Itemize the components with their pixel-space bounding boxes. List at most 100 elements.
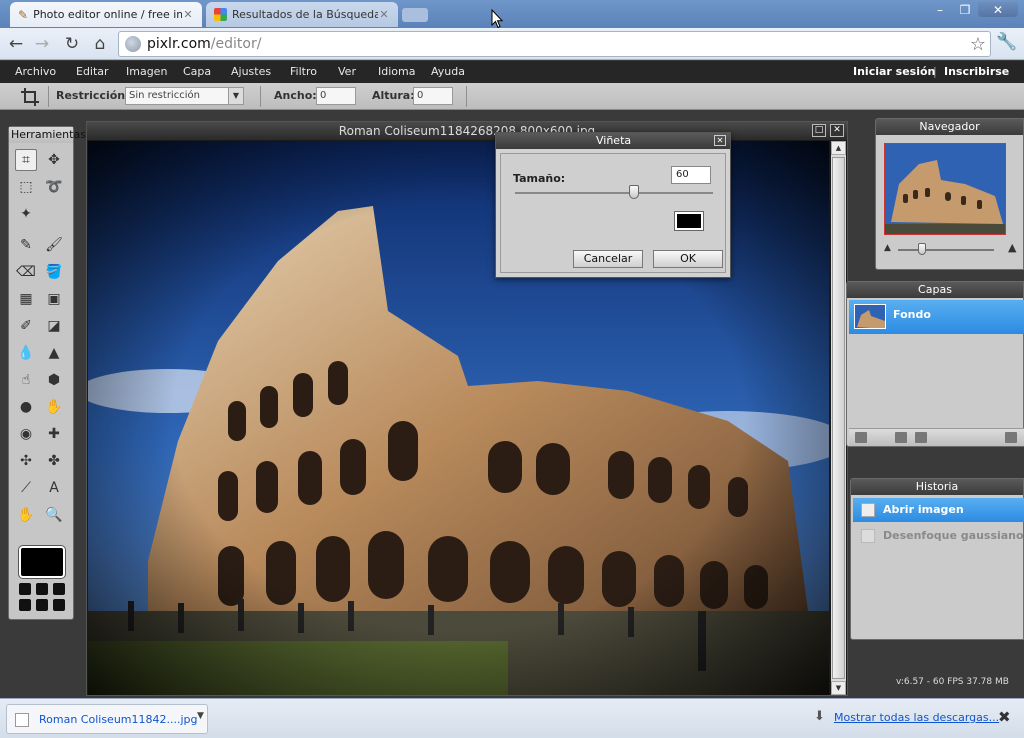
text-icon[interactable]: A — [43, 477, 65, 499]
tab-label: Resultados de la Búsqueda de — [232, 8, 378, 21]
bookmark-star-icon[interactable]: ☆ — [970, 34, 986, 55]
mountain-small-icon: ▲ — [884, 243, 891, 253]
tab-google-results[interactable]: Resultados de la Búsqueda de ✕ — [206, 2, 398, 27]
wrench-icon[interactable]: 🔧 — [996, 32, 1017, 52]
pinch-icon[interactable]: ✤ — [43, 450, 65, 472]
menu-ver[interactable]: Ver — [338, 65, 356, 78]
stamp-icon[interactable]: ▣ — [43, 288, 65, 310]
menu-imagen[interactable]: Imagen — [126, 65, 167, 78]
ok-button[interactable]: OK — [653, 250, 723, 268]
download-filename: Roman Coliseum11842....jpg — [39, 713, 198, 726]
window-close-button[interactable]: ✕ — [978, 2, 1018, 17]
image-window-title: Roman Coliseum1184268208 800x600.jpg — [87, 122, 847, 140]
hand-icon[interactable]: ✋ — [15, 504, 37, 526]
download-item[interactable]: Roman Coliseum11842....jpg ▼ — [6, 704, 208, 734]
bucket-icon[interactable]: 🪣 — [43, 261, 65, 283]
vignette-color-swatch[interactable] — [675, 212, 703, 230]
sharpen-icon[interactable]: ▲ — [43, 342, 65, 364]
menu-capa[interactable]: Capa — [183, 65, 211, 78]
login-link[interactable]: Iniciar sesión — [853, 65, 935, 78]
restriction-label: Restricción: — [56, 89, 130, 102]
smudge-icon[interactable]: ☝ — [15, 369, 37, 391]
menu-archivo[interactable]: Archivo — [15, 65, 56, 78]
spot-heal-icon[interactable]: ✚ — [43, 423, 65, 445]
size-input[interactable]: 60 — [671, 166, 711, 184]
menu-idioma[interactable]: Idioma — [378, 65, 415, 78]
google-favicon-icon — [214, 8, 227, 21]
navigator-title: Navegador — [876, 119, 1023, 135]
history-title: Historia — [851, 479, 1023, 495]
address-bar[interactable]: pixlr.com /editor/ ☆ — [118, 31, 991, 57]
file-icon — [15, 713, 29, 727]
tab-close-icon[interactable]: ✕ — [378, 8, 390, 21]
tab-close-icon[interactable]: ✕ — [182, 8, 194, 21]
history-item[interactable]: Desenfoque gaussiano — [853, 524, 1024, 548]
new-tab-button[interactable] — [402, 8, 428, 22]
new-layer-icon[interactable] — [915, 432, 927, 443]
brush-icon[interactable]: 🖌 — [43, 234, 65, 256]
tab-photo-editor[interactable]: ✎ Photo editor online / free imag ✕ — [10, 2, 202, 27]
redeye-icon[interactable]: ◉ — [15, 423, 37, 445]
scroll-thumb[interactable] — [832, 157, 845, 679]
tool-slot — [43, 203, 65, 225]
window-close-icon[interactable]: ✕ — [830, 124, 844, 137]
dodge-icon[interactable]: ● — [15, 396, 37, 418]
lasso-icon[interactable]: ➰ — [43, 176, 65, 198]
show-all-downloads-link[interactable]: Mostrar todas las descargas... — [834, 711, 999, 724]
download-arrow-icon: ⬇ — [814, 709, 825, 724]
cancel-button[interactable]: Cancelar — [573, 250, 643, 268]
close-shelf-icon[interactable]: ✖ — [998, 708, 1011, 726]
signup-link[interactable]: Inscribirse — [944, 65, 1009, 78]
vertical-scrollbar[interactable]: ▲ ▼ — [831, 141, 846, 695]
menu-ajustes[interactable]: Ajustes — [231, 65, 271, 78]
size-slider-handle[interactable] — [628, 185, 639, 199]
layer-menu-icon[interactable] — [855, 432, 867, 443]
zoom-slider-handle[interactable] — [918, 243, 926, 255]
restore-button[interactable]: ❐ — [953, 2, 977, 17]
colorreplace-icon[interactable]: ✐ — [15, 315, 37, 337]
eyedropper-icon[interactable]: ⟋ — [15, 477, 37, 499]
navigator-thumbnail[interactable] — [884, 143, 1006, 235]
bloat-icon[interactable]: ✣ — [15, 450, 37, 472]
scroll-up-icon[interactable]: ▲ — [831, 141, 846, 155]
delete-layer-icon[interactable] — [1005, 432, 1017, 443]
crop-icon[interactable]: ⌗ — [15, 149, 37, 171]
zoom-slider-track[interactable] — [898, 249, 994, 251]
menu-filtro[interactable]: Filtro — [290, 65, 317, 78]
width-input[interactable]: 0 — [316, 87, 356, 105]
wand-icon[interactable]: ✦ — [15, 203, 37, 225]
layer-mask-icon[interactable] — [895, 432, 907, 443]
back-arrow-icon[interactable]: ← — [4, 32, 28, 56]
menu-ayuda[interactable]: Ayuda — [431, 65, 465, 78]
restriction-select[interactable]: Sin restricción — [125, 87, 229, 105]
window-maximize-icon[interactable]: □ — [812, 124, 826, 137]
home-icon[interactable]: ⌂ — [88, 32, 112, 56]
burn-icon[interactable]: ✋ — [43, 396, 65, 418]
minimize-button[interactable]: – — [928, 2, 952, 17]
color-swatch[interactable] — [19, 546, 65, 578]
move-icon[interactable]: ✥ — [43, 149, 65, 171]
dialog-title: Viñeta ✕ — [496, 133, 730, 149]
height-input[interactable]: 0 — [413, 87, 453, 105]
marquee-icon[interactable]: ⬚ — [15, 176, 37, 198]
drawing-icon[interactable]: ◪ — [43, 315, 65, 337]
scroll-down-icon[interactable]: ▼ — [831, 681, 846, 695]
size-slider-track[interactable] — [515, 192, 713, 194]
sponge-icon[interactable]: ⬢ — [43, 369, 65, 391]
chevron-down-icon[interactable]: ▼ — [197, 711, 204, 721]
image-window: Roman Coliseum1184268208 800x600.jpg □ ✕ — [86, 121, 848, 696]
reload-icon[interactable]: ↻ — [60, 32, 84, 56]
menu-editar[interactable]: Editar — [76, 65, 109, 78]
chevron-down-icon[interactable]: ▼ — [228, 87, 244, 105]
zoom-icon[interactable]: 🔍 — [43, 504, 65, 526]
dialog-title-text: Viñeta — [596, 134, 632, 147]
gradient-icon[interactable]: ▦ — [15, 288, 37, 310]
dialog-close-icon[interactable]: ✕ — [714, 135, 726, 146]
panel-view-buttons[interactable] — [19, 583, 67, 611]
history-item[interactable]: Abrir imagen — [853, 498, 1024, 522]
eraser-icon[interactable]: ⌫ — [15, 261, 37, 283]
blur-icon[interactable]: 💧 — [15, 342, 37, 364]
forward-arrow-icon[interactable]: → — [30, 32, 54, 56]
layer-row[interactable]: Fondo — [849, 300, 1024, 334]
pencil-icon[interactable]: ✎ — [15, 234, 37, 256]
